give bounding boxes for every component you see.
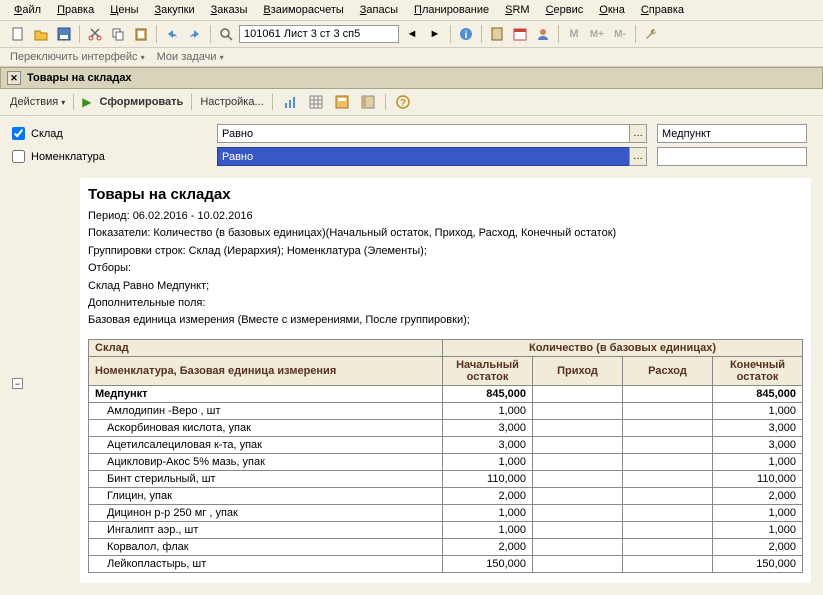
calendar-icon[interactable] — [510, 24, 530, 44]
table-row[interactable]: Ингалипт аэр., шт1,0001,000 — [89, 521, 803, 538]
table-row[interactable]: Ацикловир-Акос 5% мазь, упак1,0001,000 — [89, 453, 803, 470]
actions-menu[interactable]: Действия ▾ — [10, 96, 65, 108]
play-icon: ▶ — [82, 95, 91, 109]
my-tasks-link[interactable]: Мои задачи ▾ — [157, 51, 224, 63]
nav-back-icon[interactable]: ◄ — [402, 24, 422, 44]
th-end: Конечный остаток — [713, 356, 803, 385]
th-in: Приход — [533, 356, 623, 385]
menu-item[interactable]: Правка — [51, 2, 100, 18]
report-table: Склад Количество (в базовых единицах) Но… — [88, 339, 803, 573]
filter-sklad-op-btn[interactable]: … — [629, 124, 647, 143]
filter-nomen-check[interactable] — [12, 150, 25, 163]
m-minus-btn[interactable]: M- — [610, 24, 630, 44]
nav-fwd-icon[interactable]: ► — [425, 24, 445, 44]
menu-item[interactable]: Закупки — [148, 2, 200, 18]
filter-nomen-op[interactable] — [217, 147, 630, 166]
m-btn[interactable]: M — [564, 24, 584, 44]
action-bar: Действия ▾ ▶ Сформировать Настройка... ? — [0, 89, 823, 116]
filter-nomen-label: Номенклатура — [31, 151, 211, 163]
report-addl-line: Базовая единица измерения (Вместе с изме… — [80, 313, 811, 330]
main-toolbar: ◄ ► i M M+ M- — [0, 21, 823, 48]
report-title: Товары на складах — [80, 180, 811, 209]
m-plus-btn[interactable]: M+ — [587, 24, 607, 44]
help-icon[interactable]: i — [456, 24, 476, 44]
open-icon[interactable] — [31, 24, 51, 44]
location-input[interactable] — [239, 25, 399, 43]
search-icon[interactable] — [216, 24, 236, 44]
save-icon[interactable] — [54, 24, 74, 44]
layout-icon[interactable] — [333, 93, 351, 111]
menu-item[interactable]: Справка — [635, 2, 690, 18]
th-nomen: Номенклатура, Базовая единица измерения — [89, 356, 443, 385]
report-filter-line: Склад Равно Медпункт; — [80, 279, 811, 296]
table-row[interactable]: Бинт стерильный, шт110,000110,000 — [89, 470, 803, 487]
menu-item[interactable]: Сервис — [540, 2, 590, 18]
th-sklad: Склад — [89, 339, 443, 356]
grid-icon[interactable] — [307, 93, 325, 111]
menu-item[interactable]: Окна — [593, 2, 631, 18]
table-row[interactable]: Ацетилсалециловая к-та, упак3,0003,000 — [89, 436, 803, 453]
panel-icon[interactable] — [359, 93, 377, 111]
report-body: Товары на складах Период: 06.02.2016 - 1… — [80, 178, 811, 583]
window-titlebar: ✕ Товары на складах — [0, 67, 823, 89]
paste-icon[interactable] — [131, 24, 151, 44]
undo-icon[interactable] — [162, 24, 182, 44]
th-out: Расход — [623, 356, 713, 385]
collapse-icon[interactable]: − — [12, 378, 23, 389]
report-filters-lbl: Отборы: — [80, 261, 811, 278]
wrench-icon[interactable] — [641, 24, 661, 44]
table-row[interactable]: Глицин, упак2,0002,000 — [89, 487, 803, 504]
cut-icon[interactable] — [85, 24, 105, 44]
filter-nomen-val[interactable] — [657, 147, 807, 166]
table-body: Медпункт845,000845,000Амлодипин -Веро , … — [89, 385, 803, 572]
report-indicators: Показатели: Количество (в базовых единиц… — [80, 226, 811, 243]
filter-panel: Склад … Номенклатура … — [0, 116, 823, 178]
copy-icon[interactable] — [108, 24, 128, 44]
table-row[interactable]: Аскорбиновая кислота, упак3,0003,000 — [89, 419, 803, 436]
window-title: Товары на складах — [27, 72, 132, 84]
filter-sklad-op[interactable] — [217, 124, 630, 143]
menu-item[interactable]: Запасы — [354, 2, 404, 18]
settings-button[interactable]: Настройка... — [200, 96, 263, 108]
help-icon-2[interactable]: ? — [394, 93, 412, 111]
th-start: Начальный остаток — [443, 356, 533, 385]
menu-item[interactable]: Цены — [104, 2, 144, 18]
svg-text:i: i — [465, 30, 468, 41]
svg-text:?: ? — [400, 98, 406, 109]
table-row[interactable]: Корвалол, флак2,0002,000 — [89, 538, 803, 555]
report-grouping: Группировки строк: Склад (Иерархия); Ном… — [80, 244, 811, 261]
outline-gutter: − — [0, 178, 40, 595]
main-menu: ФайлПравкаЦеныЗакупки ЗаказыВзаиморасчеты… — [0, 0, 823, 21]
table-row[interactable]: Лейкопластырь, шт150,000150,000 — [89, 555, 803, 572]
filter-sklad-label: Склад — [31, 128, 211, 140]
redo-icon[interactable] — [185, 24, 205, 44]
new-doc-icon[interactable] — [8, 24, 28, 44]
table-row[interactable]: Амлодипин -Веро , шт1,0001,000 — [89, 402, 803, 419]
user-icon[interactable] — [533, 24, 553, 44]
menu-item[interactable]: Файл — [8, 2, 47, 18]
table-row-group[interactable]: Медпункт845,000845,000 — [89, 385, 803, 402]
report-period: Период: 06.02.2016 - 10.02.2016 — [80, 209, 811, 226]
calc-icon[interactable] — [487, 24, 507, 44]
menu-item[interactable]: Планирование — [408, 2, 495, 18]
table-row[interactable]: Дицинон р-р 250 мг , упак1,0001,000 — [89, 504, 803, 521]
filter-sklad-val[interactable] — [657, 124, 807, 143]
filter-nomen-op-btn[interactable]: … — [629, 147, 647, 166]
form-button[interactable]: Сформировать — [100, 96, 184, 108]
menu-item[interactable]: Заказы — [205, 2, 254, 18]
chart-icon[interactable] — [281, 93, 299, 111]
switch-bar: Переключить интерфейс ▾ Мои задачи ▾ — [0, 48, 823, 67]
filter-sklad-check[interactable] — [12, 127, 25, 140]
report-addl: Дополнительные поля: — [80, 296, 811, 313]
close-icon[interactable]: ✕ — [7, 71, 21, 85]
th-qty: Количество (в базовых единицах) — [443, 339, 803, 356]
switch-interface-link[interactable]: Переключить интерфейс ▾ — [10, 51, 145, 63]
menu-item[interactable]: Взаиморасчеты — [257, 2, 349, 18]
menu-item[interactable]: SRM — [499, 2, 535, 18]
